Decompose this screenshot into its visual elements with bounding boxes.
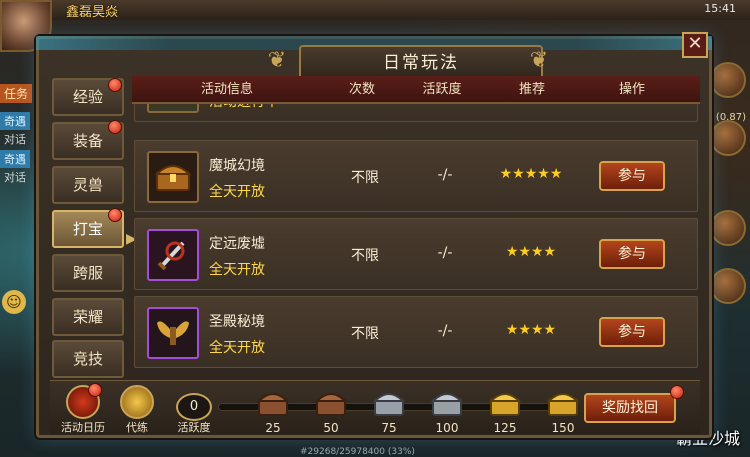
chest-threshold: 50 <box>323 421 339 435</box>
tab-label: 跨服 <box>72 264 103 282</box>
header-recommend: 推荐 <box>518 82 545 97</box>
wings-icon <box>147 307 199 359</box>
notification-badge-icon <box>670 385 684 399</box>
drill-icon <box>120 385 154 419</box>
silver-chest-icon[interactable] <box>372 387 406 417</box>
header-activity-points: 活跃度 <box>422 82 462 97</box>
table-header: 活动信息 次数 活跃度 推荐 操作 <box>132 76 700 104</box>
tab-glory[interactable]: 荣耀 <box>52 298 124 336</box>
chest-threshold: 150 <box>551 421 575 435</box>
table-row: 圣殿秘境 全天开放 不限 -/- ★★★★ 参与 <box>134 296 698 368</box>
header-activity-info: 活动信息 <box>200 82 253 97</box>
exp-progress-text: #29268/25978400 (33%) <box>300 447 415 457</box>
side-tag-dialog-2[interactable]: 对话 <box>0 168 30 186</box>
tab-label: 打宝 <box>72 220 103 238</box>
activity-points: -/- <box>437 245 453 261</box>
bronze-chest-icon[interactable] <box>314 387 348 417</box>
chest-threshold: 125 <box>493 421 517 435</box>
activity-time: 全天开放 <box>209 184 265 200</box>
rest-icon[interactable] <box>710 268 746 304</box>
table-row: 魔城幻境 全天开放 不限 -/- ★★★★★ 参与 <box>134 140 698 212</box>
table-row: 定远废墟 全天开放 不限 -/- ★★★★ 参与 <box>134 218 698 290</box>
tab-arena[interactable]: 竞技 <box>52 340 124 378</box>
player-name: 鑫磊昊焱 <box>66 5 119 20</box>
join-button[interactable]: 参与 <box>599 239 665 269</box>
activity-score: 0 <box>176 393 212 421</box>
activity-points: -/- <box>437 323 453 339</box>
join-button[interactable]: 参与 <box>599 317 665 347</box>
gold-chest-icon[interactable] <box>546 387 580 417</box>
activity-points: -/- <box>437 167 453 183</box>
star-rating: ★★★★ <box>505 322 557 338</box>
chest-icon <box>147 151 199 203</box>
activity-score-label: 活跃度 <box>177 421 211 434</box>
header-operate: 操作 <box>618 82 645 97</box>
join-button[interactable]: 参与 <box>599 161 665 191</box>
tab-spirit-beast[interactable]: 灵兽 <box>52 166 124 204</box>
dragon-ornament-left-icon: ❦ <box>267 48 287 73</box>
activity-name: 圣殿秘境 <box>209 314 265 330</box>
tab-cross-server[interactable]: 跨服 <box>52 254 124 292</box>
community-icon[interactable] <box>710 120 746 156</box>
notification-badge-icon <box>108 208 122 222</box>
notification-badge-icon <box>88 383 102 397</box>
bronze-chest-icon[interactable] <box>256 387 290 417</box>
clock: 15:41 <box>704 2 736 15</box>
tab-label: 装备 <box>72 132 103 150</box>
activity-count: 不限 <box>351 248 379 264</box>
close-button[interactable]: ✕ <box>682 32 708 58</box>
header-count: 次数 <box>348 82 375 97</box>
auto-icon[interactable] <box>710 210 746 246</box>
star-rating: ★★★★★ <box>499 166 563 182</box>
activity-time: 全天开放 <box>209 262 265 278</box>
side-tag-dialog-1[interactable]: 对话 <box>0 130 30 148</box>
activity-name: 定远废墟 <box>209 236 265 252</box>
silver-chest-icon[interactable] <box>430 387 464 417</box>
activity-count: 不限 <box>351 170 379 186</box>
chest-threshold: 25 <box>265 421 281 435</box>
tab-label: 荣耀 <box>72 308 103 326</box>
activity-time: 全天开放 <box>209 340 265 356</box>
activity-progress-bar: 活动日历 代练 0 活跃度 25 50 75 100 125 150 奖励找回 <box>50 380 700 435</box>
reward-recovery-button[interactable]: 奖励找回 <box>584 393 676 423</box>
tab-label: 经验 <box>72 88 103 106</box>
chest-threshold: 100 <box>435 421 459 435</box>
side-tag-encounter-1[interactable]: 奇遇 <box>0 112 30 130</box>
star-rating: ★★★★ <box>505 244 557 260</box>
notification-badge-icon <box>108 120 122 134</box>
gold-chest-icon[interactable] <box>488 387 522 417</box>
emoji-icon[interactable]: ☺ <box>2 290 26 314</box>
shop-icon[interactable] <box>710 62 746 98</box>
notification-badge-icon <box>108 78 122 92</box>
activity-table[interactable]: 活动信息 次数 活跃度 推荐 操作 活动进行中 参与 魔城幻境 全天开放 不限 … <box>132 76 700 376</box>
dragon-ornament-right-icon: ❦ <box>529 48 549 73</box>
activity-name: 魔城幻境 <box>209 158 265 174</box>
sword-icon <box>147 229 199 281</box>
activity-count: 不限 <box>351 326 379 342</box>
side-tag-encounter-2[interactable]: 奇遇 <box>0 150 30 168</box>
chest-threshold: 75 <box>381 421 397 435</box>
calendar-label: 活动日历 <box>61 421 105 434</box>
task-tag[interactable]: 任务 <box>0 84 33 103</box>
drill-label: 代练 <box>126 421 148 434</box>
tab-label: 灵兽 <box>72 176 103 194</box>
auto-drill-button[interactable]: 代练 <box>114 385 160 434</box>
tab-label: 竞技 <box>72 350 103 368</box>
